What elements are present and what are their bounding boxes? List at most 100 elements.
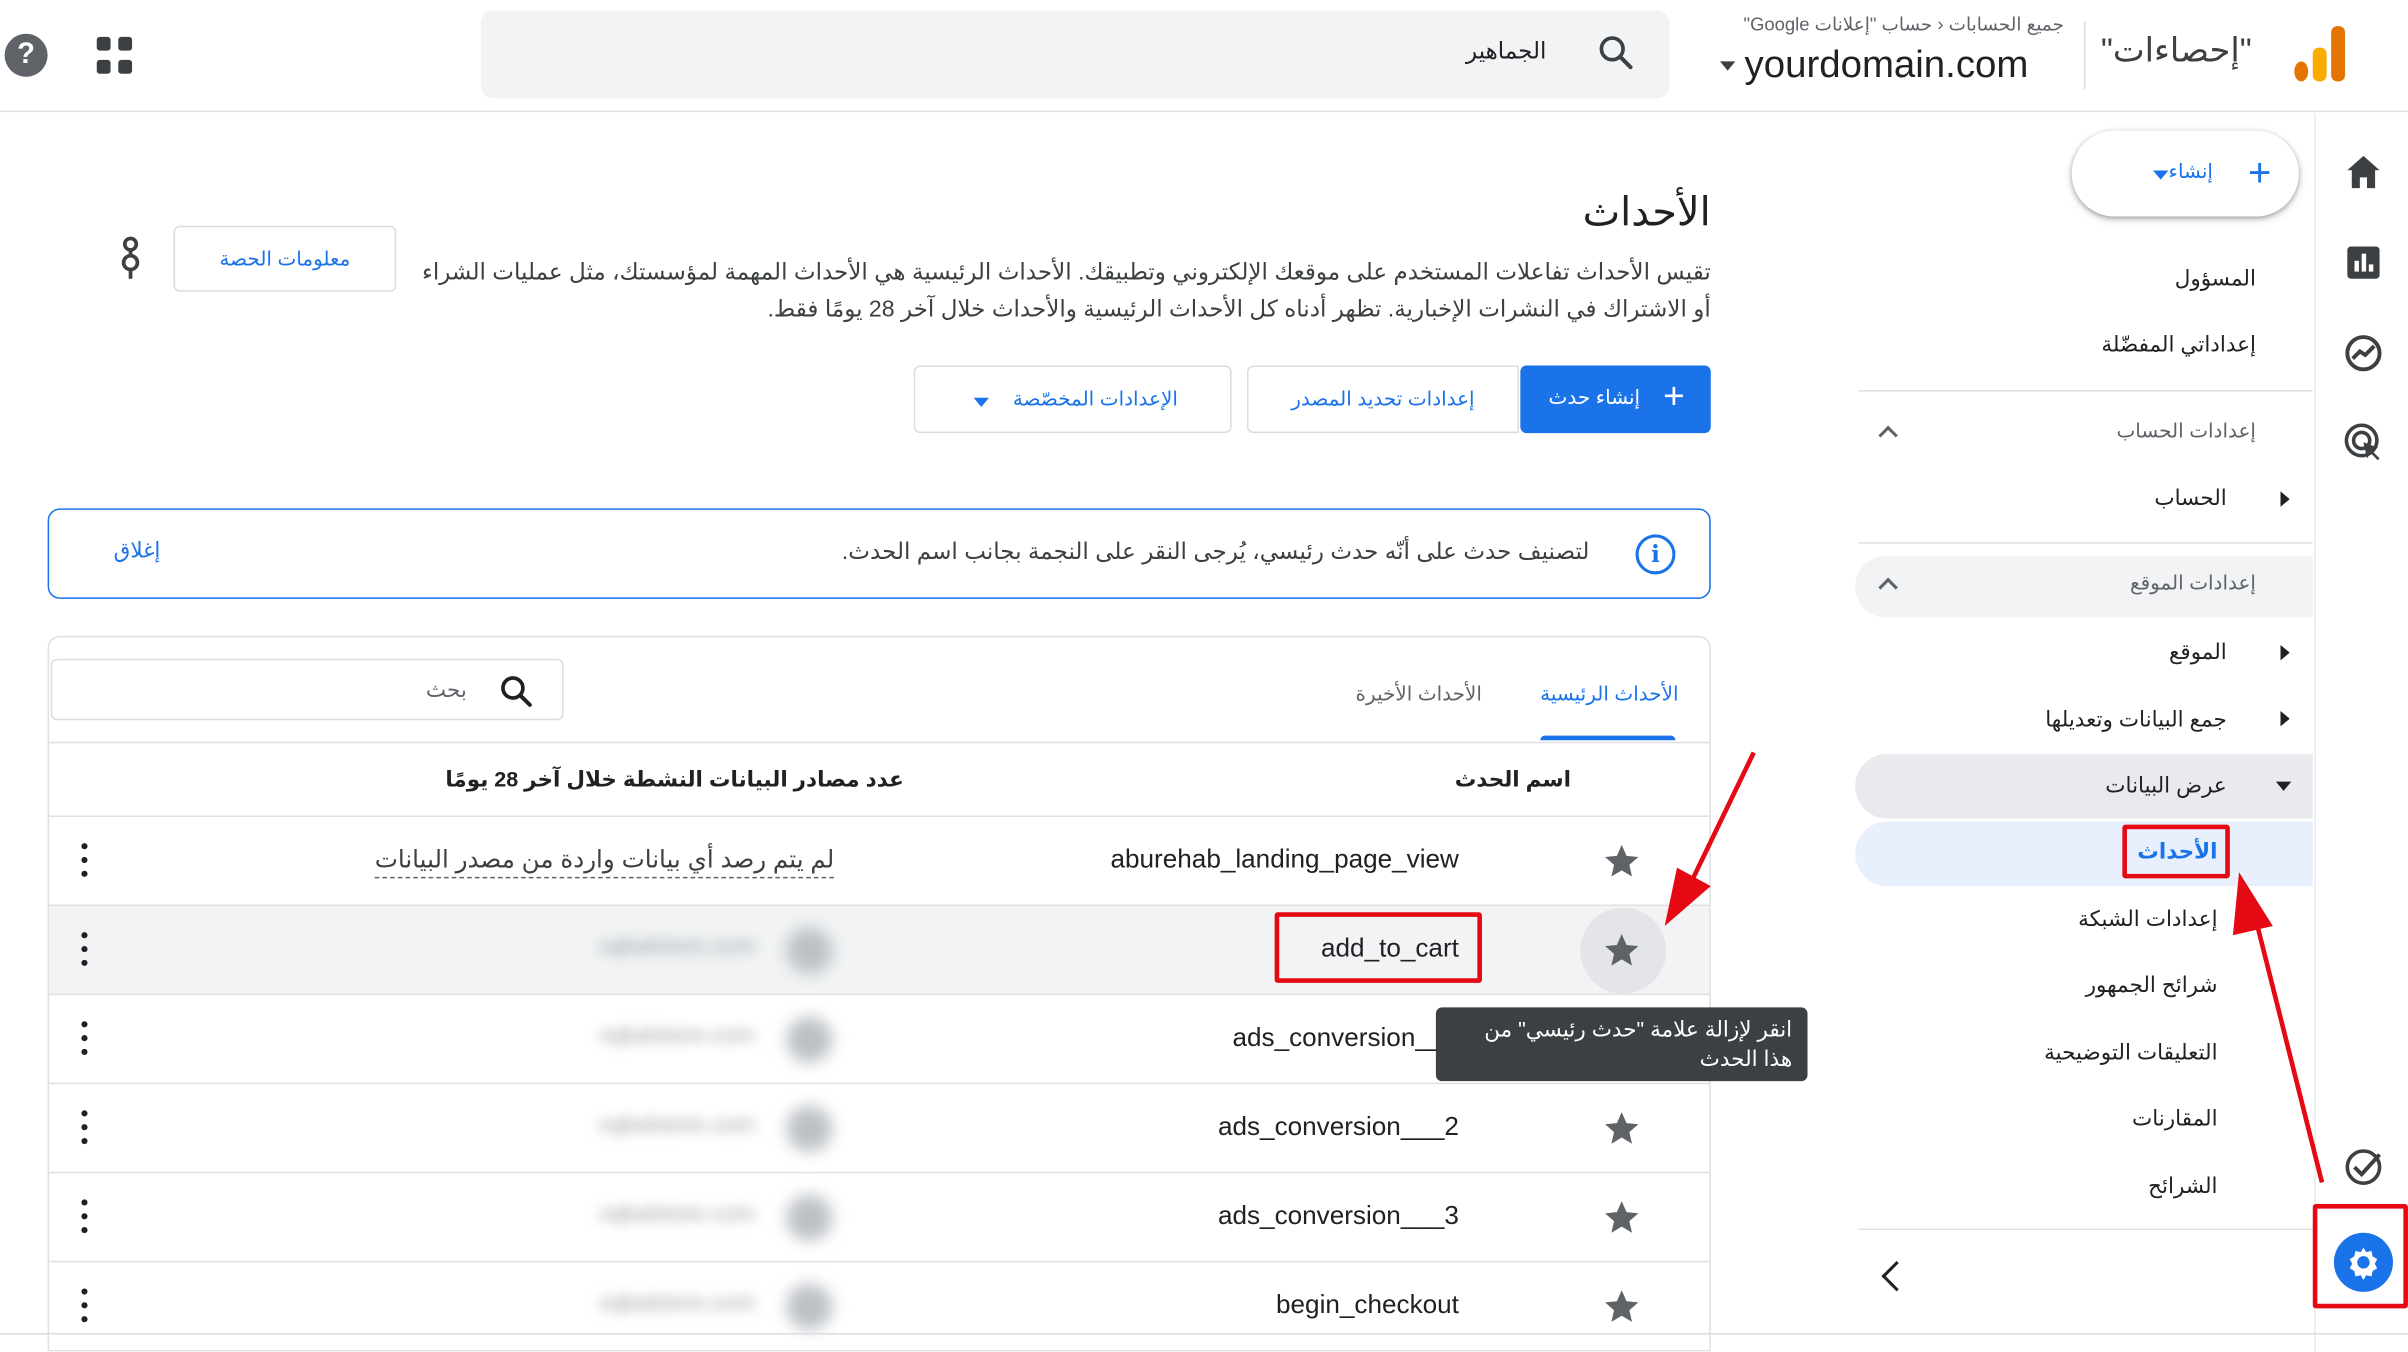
caret-right-icon xyxy=(2280,491,2290,507)
nav-item-segments[interactable]: الشرائح xyxy=(2148,1173,2217,1199)
more-vert-icon[interactable] xyxy=(81,932,88,966)
nav-item-admin[interactable]: المسؤول xyxy=(2175,266,2256,292)
nav-item-data-collection[interactable]: جمع البيانات وتعديلها xyxy=(2045,706,2227,732)
explore-icon[interactable] xyxy=(2342,332,2385,375)
tab-recent-events[interactable]: الأحداث الأخيرة xyxy=(1356,682,1482,707)
search-input[interactable]: بحث xyxy=(426,677,467,703)
caret-right-icon xyxy=(2280,644,2290,661)
divider xyxy=(2083,21,2086,90)
caret-right-icon xyxy=(2280,711,2290,727)
tooltip: انقر لإزالة علامة "حدث رئيسي" من هذا الح… xyxy=(1435,1007,1808,1082)
property-name: yourdomain.com xyxy=(1744,42,2029,86)
home-icon[interactable] xyxy=(2342,150,2385,193)
table-header: اسم الحدث عدد مصادر البيانات النشطة خلال… xyxy=(49,741,1710,817)
search-bar[interactable]: الجماهير xyxy=(480,10,1670,99)
nav-item-data-display[interactable]: عرض البيانات xyxy=(2105,772,2226,798)
star-icon[interactable] xyxy=(1602,1287,1642,1327)
search-input[interactable]: الجماهير xyxy=(1466,37,1546,64)
quota-info-button[interactable]: معلومات الحصة xyxy=(173,225,397,292)
plus-icon: + xyxy=(1663,376,1685,418)
no-data-note: لم يتم رصد أي بيانات واردة من مصدر البيا… xyxy=(374,845,835,879)
event-name[interactable]: aburehab_landing_page_view xyxy=(1111,845,1459,876)
plus-icon: + xyxy=(2247,148,2272,196)
divider xyxy=(1858,542,2313,544)
table-row[interactable]: ads_conversion___3 xqbalstore.com xyxy=(49,1173,1710,1263)
blurred-source: xqbalstore.com xyxy=(598,1289,756,1317)
divider xyxy=(0,1332,2408,1335)
nav-item-my-preferences[interactable]: إعداداتي المفضّلة xyxy=(2101,332,2256,358)
top-bar: ? الجماهير جميع الحسابات ‹ حساب "إعلانات… xyxy=(0,0,2408,113)
banner-close-button[interactable]: إغلاق xyxy=(114,537,161,563)
event-name[interactable]: begin_checkout xyxy=(1276,1290,1459,1321)
blurred-avatar xyxy=(786,1194,833,1241)
info-icon: i xyxy=(1635,534,1676,575)
blurred-avatar xyxy=(786,1283,833,1330)
chevron-down-icon xyxy=(2153,170,2169,180)
star-icon[interactable] xyxy=(1602,842,1642,882)
table-row[interactable]: ads_conversion___2 xqbalstore.com xyxy=(49,1084,1710,1174)
banner-text: لتصنيف حدث على أنّه حدث رئيسي، يُرجى الن… xyxy=(841,539,1590,566)
advertising-icon[interactable] xyxy=(2342,421,2385,464)
help-icon[interactable]: ? xyxy=(4,33,48,77)
info-banner: i لتصنيف حدث على أنّه حدث رئيسي، يُرجى ا… xyxy=(47,508,1711,599)
more-vert-icon[interactable] xyxy=(81,1110,88,1145)
highlight-box-add-to-cart xyxy=(1274,912,1482,983)
search-icon[interactable] xyxy=(498,673,535,710)
event-name[interactable]: ads_conversion___2 xyxy=(1218,1112,1459,1143)
nav-item-annotations[interactable]: التعليقات التوضيحية xyxy=(2044,1040,2217,1066)
source-settings-button[interactable]: إعدادات تحديد المصدر xyxy=(1246,365,1519,434)
nav-item-highlight xyxy=(1855,754,2313,819)
annotation-arrow-icon xyxy=(1664,751,1756,927)
create-button[interactable]: + إنشاء xyxy=(2071,130,2299,217)
table-search[interactable]: بحث xyxy=(50,658,564,721)
chevron-down-icon xyxy=(973,397,989,407)
column-header-source-count[interactable]: عدد مصادر البيانات النشطة خلال آخر 28 يو… xyxy=(445,766,903,792)
event-name[interactable]: ads_conversion___3 xyxy=(1218,1201,1459,1232)
page-title: الأحداث xyxy=(1582,188,1711,235)
blurred-source: xqbalstore.com xyxy=(598,1022,756,1049)
nav-item-comparisons[interactable]: المقارنات xyxy=(2132,1106,2218,1132)
create-label: إنشاء xyxy=(2168,159,2213,183)
property-selector[interactable]: yourdomain.com xyxy=(1719,42,2029,88)
nav-section-account-settings[interactable]: إعدادات الحساب xyxy=(2116,419,2255,444)
check-circle-icon[interactable] xyxy=(2342,1146,2385,1189)
custom-settings-button[interactable]: الإعدادات المخصّصة xyxy=(913,365,1232,434)
apps-grid-icon[interactable] xyxy=(96,36,134,74)
nav-item-channel-groups[interactable]: إعدادات الشبكة xyxy=(2078,906,2217,932)
blurred-avatar xyxy=(786,1016,833,1063)
nav-section-property-settings[interactable]: إعدادات الموقع xyxy=(2130,571,2256,596)
blurred-source: xqbalstore.com xyxy=(598,1111,756,1138)
product-name: "إحصاءات" xyxy=(2100,30,2252,70)
column-header-event-name[interactable]: اسم الحدث xyxy=(1455,766,1571,792)
star-icon[interactable] xyxy=(1602,931,1642,971)
highlight-box-admin-gear xyxy=(2312,1203,2408,1309)
create-event-button[interactable]: + إنشاء حدث xyxy=(1520,365,1711,434)
more-vert-icon[interactable] xyxy=(81,843,88,877)
create-event-label: إنشاء حدث xyxy=(1548,385,1641,409)
active-tab-indicator xyxy=(1540,735,1676,741)
nav-item-account[interactable]: الحساب xyxy=(2154,485,2226,511)
debug-pin-icon[interactable] xyxy=(117,235,145,281)
blurred-source: xqbalstore.com xyxy=(598,933,756,960)
event-name[interactable]: ads_conversion___ xyxy=(1232,1023,1458,1054)
table-row[interactable]: aburehab_landing_page_view لم يتم رصد أي… xyxy=(49,817,1710,907)
blurred-avatar xyxy=(786,1105,833,1152)
breadcrumb[interactable]: جميع الحسابات ‹ حساب "إعلانات Google" xyxy=(1714,14,2064,35)
custom-settings-label: الإعدادات المخصّصة xyxy=(1012,386,1178,411)
search-icon[interactable] xyxy=(1596,32,1636,72)
more-vert-icon[interactable] xyxy=(81,1199,88,1234)
table-row[interactable]: begin_checkout xqbalstore.com xyxy=(49,1262,1710,1350)
chevron-down-icon xyxy=(1719,62,1736,72)
tab-key-events[interactable]: الأحداث الرئيسية xyxy=(1540,682,1678,707)
star-icon[interactable] xyxy=(1602,1109,1642,1149)
nav-item-property[interactable]: الموقع xyxy=(2169,639,2227,665)
more-vert-icon[interactable] xyxy=(81,1288,88,1323)
divider xyxy=(1858,1228,2313,1231)
divider xyxy=(1858,390,2313,392)
more-vert-icon[interactable] xyxy=(81,1021,88,1056)
star-icon[interactable] xyxy=(1602,1198,1642,1238)
reports-icon[interactable] xyxy=(2342,241,2385,284)
nav-item-audiences[interactable]: شرائح الجمهور xyxy=(2086,972,2218,998)
page-description: تقيس الأحداث تفاعلات المستخدم على موقعك … xyxy=(421,259,1711,323)
events-table-card: الأحداث الرئيسية الأحداث الأخيرة بحث اسم… xyxy=(47,635,1711,1352)
